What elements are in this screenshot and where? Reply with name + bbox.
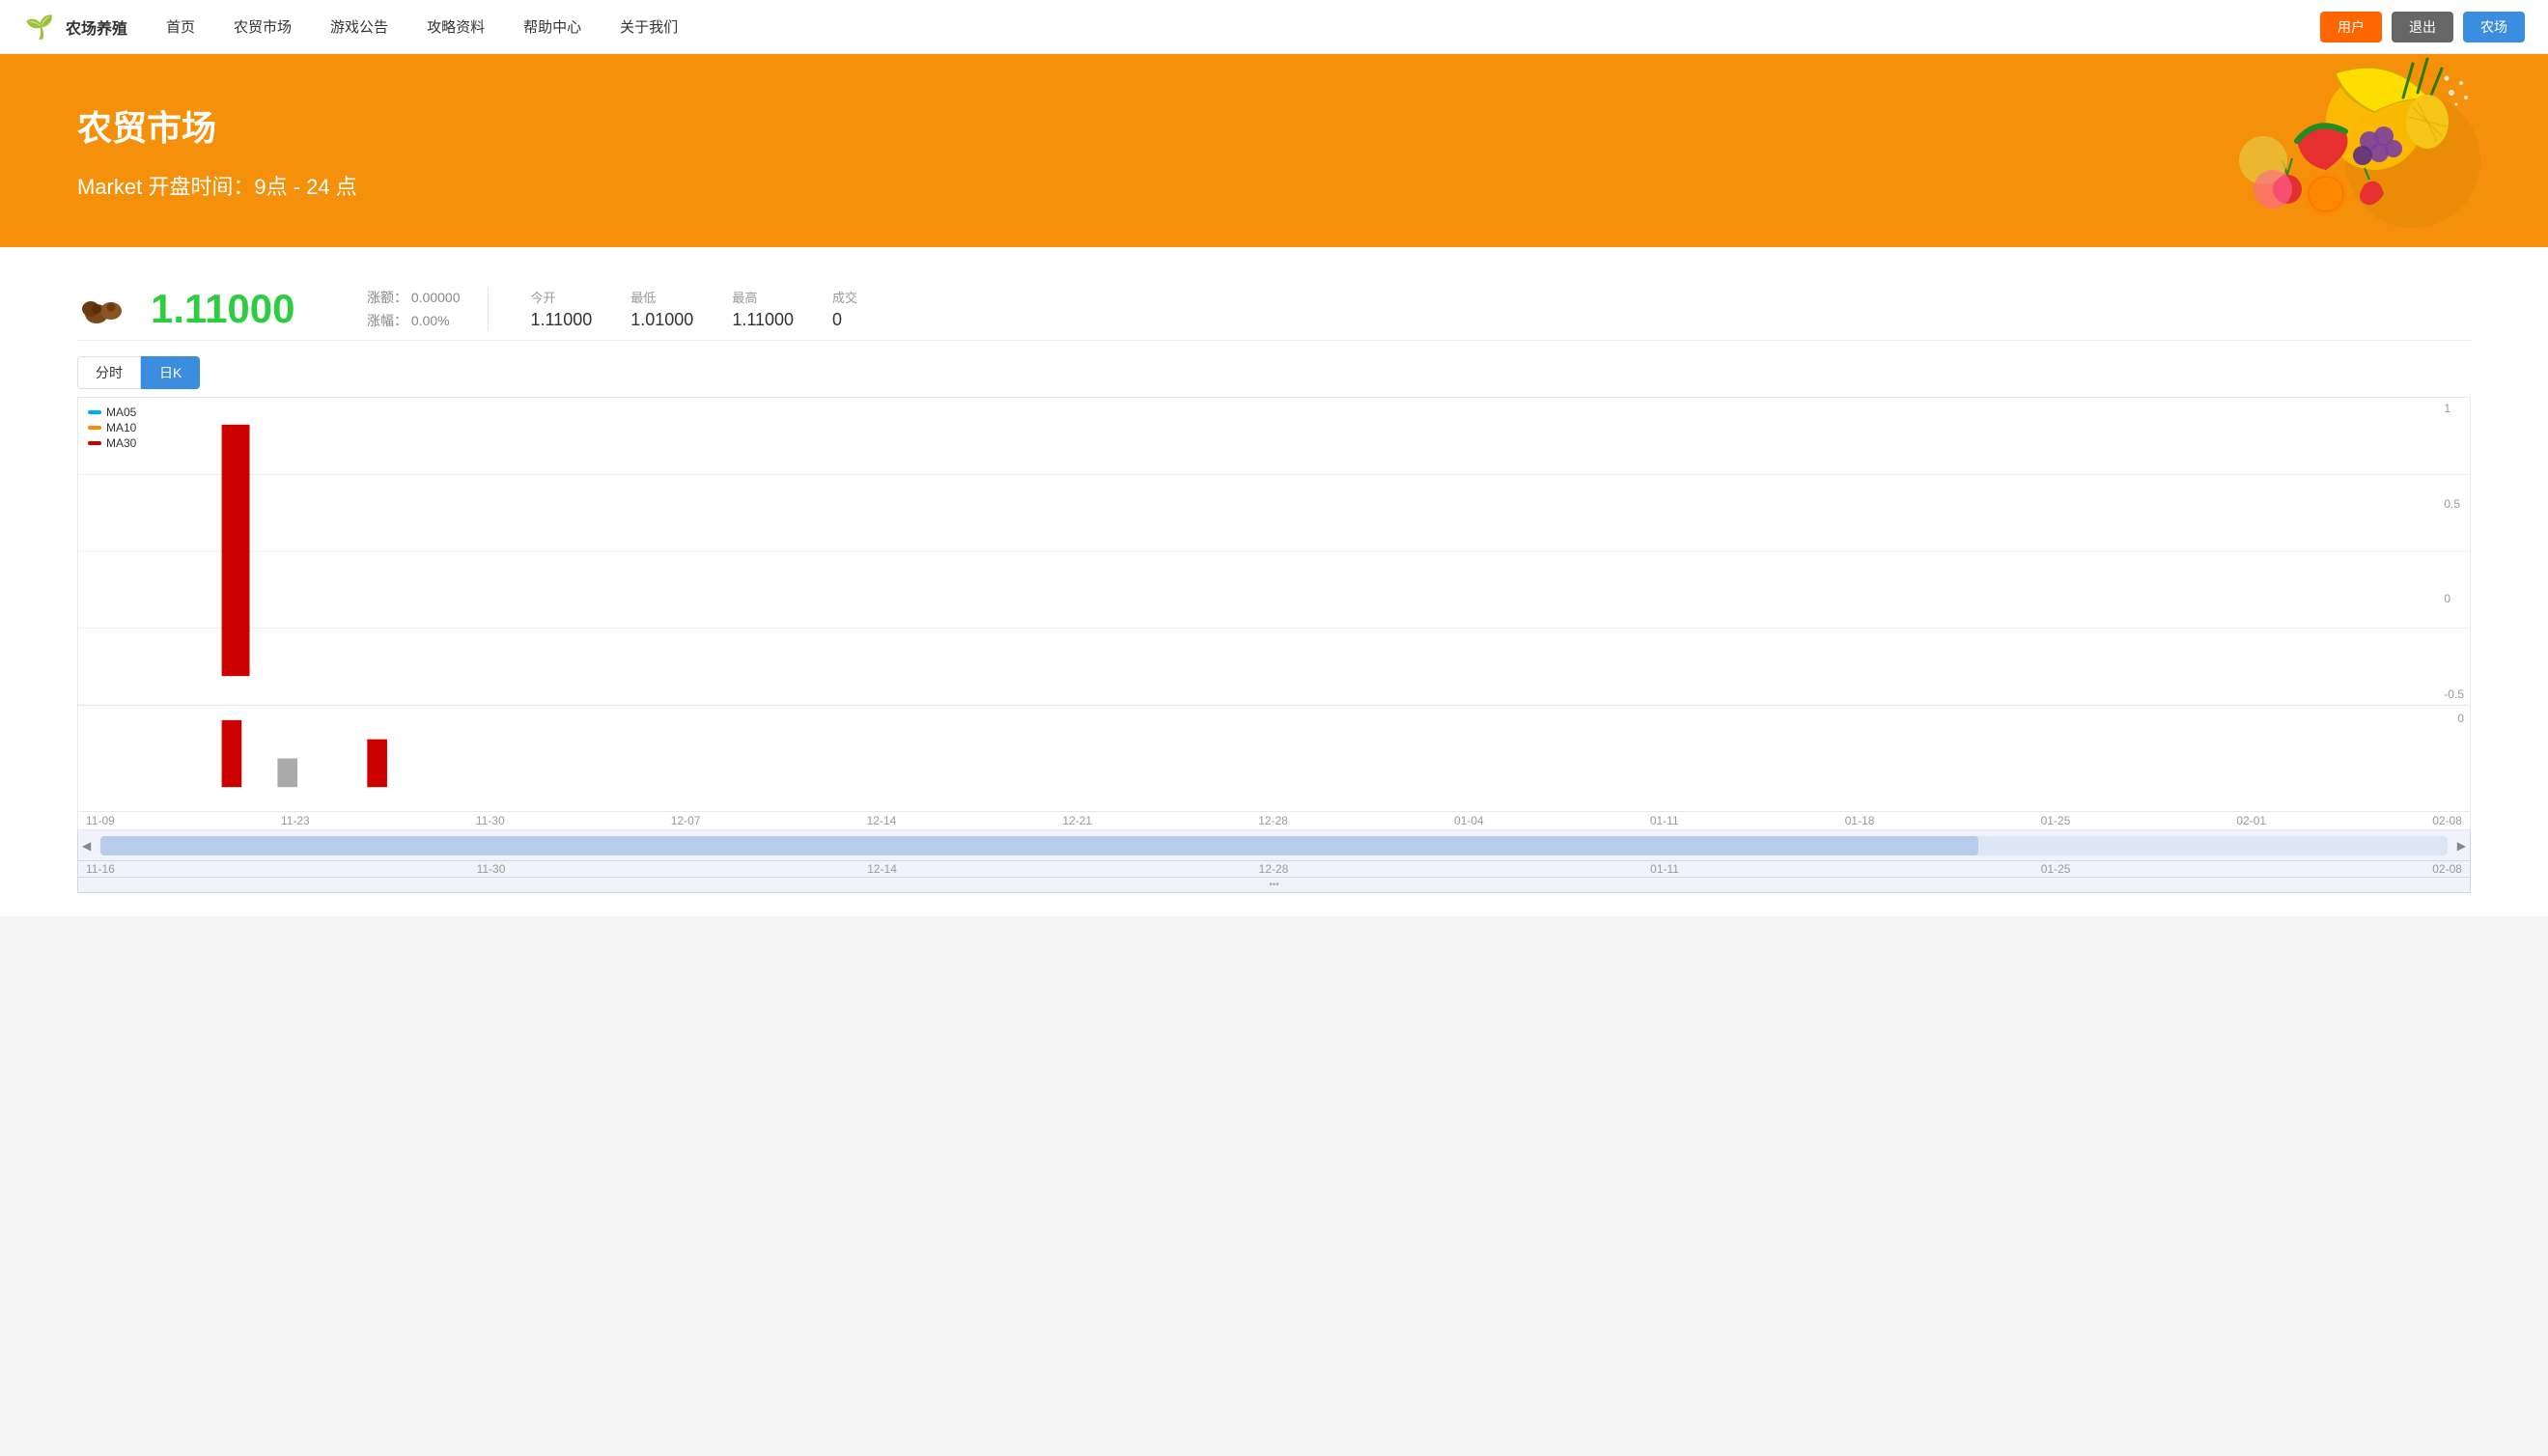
- scroll-track[interactable]: [100, 836, 2448, 855]
- hero-subtitle: Market 开盘时间：9点 - 24 点: [77, 170, 357, 201]
- legend-ma05: MA05: [88, 406, 136, 419]
- x-axis-row: 11-09 11-23 11-30 12-07 12-14 12-21 12-2…: [77, 812, 2471, 830]
- main-chart-container: MA05 MA10 MA30 1 0.5 0 -0.5: [77, 397, 2471, 706]
- main-chart-svg: [78, 398, 2470, 705]
- volume-value: 0: [832, 310, 857, 330]
- nav-market[interactable]: 农贸市场: [234, 16, 292, 37]
- ma05-label: MA05: [106, 406, 136, 419]
- nav-help[interactable]: 帮助中心: [523, 16, 581, 37]
- scroll-x-0: 11-16: [86, 862, 115, 876]
- tab-daily[interactable]: 日K: [141, 356, 200, 389]
- hero-text: 农贸市场 Market 开盘时间：9点 - 24 点: [77, 100, 357, 201]
- x-label-1: 11-23: [281, 814, 310, 827]
- tab-minute[interactable]: 分时: [77, 356, 141, 389]
- nav-guide[interactable]: 攻略资料: [427, 16, 485, 37]
- x-label-12: 02-08: [2432, 814, 2462, 827]
- high-value: 1.11000: [732, 310, 794, 330]
- scroll-right-arrow[interactable]: ▶: [2453, 839, 2470, 853]
- scroll-thumb[interactable]: [100, 836, 1977, 855]
- user-button[interactable]: 用户: [2320, 12, 2382, 42]
- stat-low: 最低 1.01000: [630, 288, 693, 330]
- nav-actions: 用户 退出 农场: [2320, 12, 2525, 42]
- change-amount-label: 涨额：: [367, 290, 407, 305]
- volume-chart-container: 0: [77, 706, 2471, 812]
- stats-block: 今开 1.11000 最低 1.01000 最高 1.11000 成交 0: [512, 288, 858, 330]
- content-area: 1.11000 涨额： 0.00000 涨幅： 0.00% 今开 1.11000…: [0, 247, 2548, 916]
- low-value: 1.01000: [630, 310, 693, 330]
- volume-y-label: 0: [2457, 712, 2464, 725]
- scroll-left-arrow[interactable]: ◀: [78, 839, 95, 853]
- volume-chart-svg: [78, 706, 2470, 811]
- volume-label: 成交: [832, 288, 857, 306]
- nav-about[interactable]: 关于我们: [620, 16, 678, 37]
- today-open-label: 今开: [531, 288, 593, 306]
- x-label-9: 01-18: [1845, 814, 1875, 827]
- x-label-0: 11-09: [86, 814, 115, 827]
- scroll-x-4: 01-11: [1650, 862, 1679, 876]
- stock-price: 1.11000: [151, 286, 344, 332]
- x-label-2: 11-30: [476, 814, 505, 827]
- scroll-bar-area[interactable]: ◀ ▶: [77, 830, 2471, 861]
- stock-change-pct: 涨幅： 0.00%: [367, 311, 461, 330]
- ma30-label: MA30: [106, 436, 136, 450]
- change-pct-value: 0.00%: [411, 313, 450, 328]
- nav-links: 首页 农贸市场 游戏公告 攻略资料 帮助中心 关于我们: [166, 16, 2320, 37]
- x-label-7: 01-04: [1454, 814, 1484, 827]
- logo[interactable]: 🌱 农场养殖: [23, 10, 127, 44]
- stock-change-block: 涨额： 0.00000 涨幅： 0.00%: [367, 288, 489, 330]
- stock-change-amount: 涨额： 0.00000: [367, 288, 461, 307]
- legend-ma30: MA30: [88, 436, 136, 450]
- stat-volume: 成交 0: [832, 288, 857, 330]
- farm-button[interactable]: 农场: [2463, 12, 2525, 42]
- change-pct-label: 涨幅：: [367, 313, 407, 328]
- chart-tabs: 分时 日K: [77, 356, 2471, 389]
- scroll-x-1: 11-30: [477, 862, 506, 876]
- legend-ma10: MA10: [88, 421, 136, 434]
- stat-today-open: 今开 1.11000: [531, 288, 593, 330]
- x-label-5: 12-21: [1062, 814, 1092, 827]
- logout-button[interactable]: 退出: [2392, 12, 2453, 42]
- stock-info-row: 1.11000 涨额： 0.00000 涨幅： 0.00% 今开 1.11000…: [77, 270, 2471, 341]
- stat-high: 最高 1.11000: [732, 288, 794, 330]
- hero-title: 农贸市场: [77, 100, 357, 151]
- nav-announcement[interactable]: 游戏公告: [330, 16, 388, 37]
- x-label-8: 01-11: [1650, 814, 1679, 827]
- ma05-color: [88, 410, 101, 414]
- hero-banner: 农贸市场 Market 开盘时间：9点 - 24 点: [0, 54, 2548, 247]
- x-label-4: 12-14: [867, 814, 897, 827]
- nav-home[interactable]: 首页: [166, 16, 195, 37]
- low-label: 最低: [630, 288, 693, 306]
- scroll-dots: •••: [77, 878, 2471, 893]
- scroll-x-6: 02-08: [2432, 862, 2462, 876]
- fruit-svg: [2220, 54, 2490, 247]
- scroll-x-5: 01-25: [2041, 862, 2071, 876]
- x-label-6: 12-28: [1258, 814, 1288, 827]
- high-label: 最高: [732, 288, 794, 306]
- change-amount-value: 0.00000: [411, 290, 461, 305]
- scroll-x-2: 12-14: [867, 862, 897, 876]
- product-icon: [77, 290, 127, 328]
- ma30-color: [88, 441, 101, 445]
- logo-text: 农场养殖: [66, 15, 127, 39]
- navbar: 🌱 农场养殖 首页 农贸市场 游戏公告 攻略资料 帮助中心 关于我们 用户 退出…: [0, 0, 2548, 54]
- chart-legend: MA05 MA10 MA30: [88, 406, 136, 450]
- ma10-label: MA10: [106, 421, 136, 434]
- scroll-x-3: 12-28: [1259, 862, 1289, 876]
- ma10-color: [88, 426, 101, 430]
- scroll-x-labels: 11-16 11-30 12-14 12-28 01-11 01-25 02-0…: [77, 861, 2471, 878]
- hero-illustration: [2220, 54, 2490, 247]
- x-label-3: 12-07: [671, 814, 701, 827]
- x-label-10: 01-25: [2041, 814, 2071, 827]
- svg-text:🌱: 🌱: [25, 14, 54, 41]
- logo-icon: 🌱: [23, 10, 58, 44]
- today-open-value: 1.11000: [531, 310, 593, 330]
- x-label-11: 02-01: [2236, 814, 2266, 827]
